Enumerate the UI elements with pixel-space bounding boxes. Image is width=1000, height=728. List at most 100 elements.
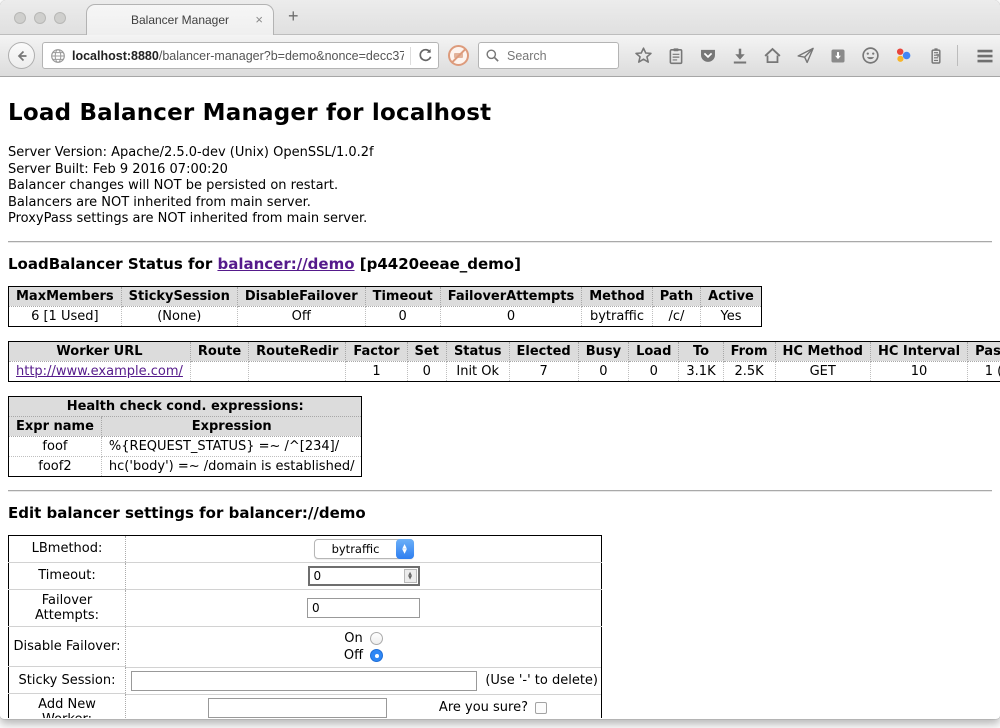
- header-cell: Path: [652, 286, 700, 306]
- confirm-checkbox[interactable]: [535, 702, 547, 714]
- search-input[interactable]: [505, 48, 595, 64]
- timeout-label: Timeout:: [9, 562, 126, 589]
- table-title-row: Health check cond. expressions:: [9, 396, 362, 416]
- data-cell: /c/: [652, 306, 700, 326]
- send-icon[interactable]: [796, 46, 815, 65]
- navigation-toolbar: localhost:8880/balancer-manager?b=demo&n…: [0, 35, 1000, 77]
- divider: [8, 490, 992, 492]
- timeout-input[interactable]: 0 ▲▼: [308, 566, 420, 586]
- header-cell: Expr name: [9, 416, 102, 436]
- battery-button-group[interactable]: ▾: [927, 47, 940, 65]
- worker-url-cell: http://www.example.com/: [9, 361, 191, 381]
- minimize-window-button[interactable]: [34, 12, 46, 24]
- worker-url-link[interactable]: http://www.example.com/: [16, 364, 183, 379]
- data-cell: 0: [440, 306, 582, 326]
- sticky-session-input[interactable]: [131, 671, 477, 691]
- header-cell: StickySession: [121, 286, 237, 306]
- status-heading: LoadBalancer Status for balancer://demo …: [8, 255, 992, 273]
- tab-close-icon[interactable]: ×: [255, 12, 263, 28]
- expression-cell: %{REQUEST_STATUS} =~ /^[234]/: [101, 436, 362, 456]
- select-stepper-icon: ▲▼: [396, 539, 414, 559]
- colored-dots-icon[interactable]: [894, 46, 913, 65]
- reload-icon[interactable]: [417, 47, 434, 64]
- url-bar[interactable]: localhost:8880/balancer-manager?b=demo&n…: [42, 42, 439, 69]
- globe-icon: [50, 48, 66, 64]
- pocket-icon[interactable]: [699, 47, 717, 65]
- url-text[interactable]: localhost:8880/balancer-manager?b=demo&n…: [72, 49, 404, 63]
- data-cell: 0: [365, 306, 440, 326]
- add-worker-label: Add New Worker:: [9, 694, 126, 719]
- data-cell: 6 [1 Used]: [9, 306, 122, 326]
- balancer-demo-link[interactable]: balancer://demo: [217, 255, 354, 273]
- new-tab-button[interactable]: +: [288, 6, 299, 27]
- data-cell: 0: [407, 361, 446, 381]
- bookmark-star-icon[interactable]: [634, 46, 653, 65]
- number-spinner-icon[interactable]: ▲▼: [404, 569, 417, 583]
- data-cell: 1: [346, 361, 407, 381]
- home-icon[interactable]: [763, 46, 782, 65]
- radio-off-row: Off: [130, 647, 597, 664]
- table-row: http://www.example.com/ 1 0 Init Ok 7 0 …: [9, 361, 1000, 381]
- data-cell: (None): [121, 306, 237, 326]
- header-cell: Route: [190, 341, 248, 361]
- form-row-sticky-session: Sticky Session: (Use '-' to delete): [9, 667, 602, 694]
- data-cell: [190, 361, 248, 381]
- tab-title: Balancer Manager: [131, 13, 229, 27]
- downloads-icon[interactable]: [731, 47, 749, 65]
- sticky-session-note: (Use '-' to delete): [485, 673, 599, 688]
- hello-smiley-icon[interactable]: [861, 46, 880, 65]
- failover-attempts-label: Failover Attempts:: [9, 589, 126, 626]
- header-cell: Elected: [509, 341, 578, 361]
- data-cell: Off: [237, 306, 365, 326]
- expr-name-cell: foof: [9, 436, 102, 456]
- plugin-blocked-icon[interactable]: [448, 45, 469, 66]
- failover-off-radio[interactable]: [370, 649, 383, 662]
- header-cell: Busy: [578, 341, 628, 361]
- close-window-button[interactable]: [14, 12, 26, 24]
- sticky-session-label: Sticky Session:: [9, 667, 126, 694]
- table-row: foof2 hc('body') =~ /domain is establish…: [9, 456, 362, 476]
- back-icon: [14, 48, 30, 64]
- clipboard-icon[interactable]: [667, 47, 685, 65]
- form-row-add-worker: Add New Worker: Are you sure?: [9, 694, 602, 719]
- form-row-failover-attempts: Failover Attempts:: [9, 589, 602, 626]
- header-cell: Worker URL: [9, 341, 191, 361]
- tab-balancer-manager[interactable]: Balancer Manager ×: [86, 4, 274, 35]
- search-bar[interactable]: [478, 42, 619, 69]
- header-cell: DisableFailover: [237, 286, 365, 306]
- add-worker-input[interactable]: [208, 698, 387, 718]
- traffic-lights: [14, 12, 66, 24]
- failover-on-radio[interactable]: [370, 632, 383, 645]
- header-cell: Status: [446, 341, 509, 361]
- data-cell: Yes: [701, 306, 762, 326]
- lbmethod-label: LBmethod:: [9, 535, 126, 562]
- data-cell: 3.1K: [679, 361, 723, 381]
- balancer-settings-form: LBmethod: bytraffic ▲▼ Timeout: 0 ▲▼: [8, 535, 602, 719]
- expression-cell: hc('body') =~ /domain is established/: [101, 456, 362, 476]
- panel-download-icon[interactable]: [829, 47, 847, 65]
- notice-proxypass: ProxyPass settings are NOT inherited fro…: [8, 211, 992, 228]
- table-header-row: Worker URL Route RouteRedir Factor Set S…: [9, 341, 1000, 361]
- lbmethod-select[interactable]: bytraffic ▲▼: [314, 539, 414, 559]
- header-cell: FailoverAttempts: [440, 286, 582, 306]
- url-path: /balancer-manager?b=demo&nonce=decc37be-…: [159, 49, 404, 63]
- notice-inherit: Balancers are NOT inherited from main se…: [8, 195, 992, 212]
- back-button[interactable]: [8, 42, 35, 69]
- failover-attempts-input[interactable]: [307, 598, 420, 618]
- menu-icon[interactable]: [975, 46, 995, 66]
- search-icon: [485, 48, 500, 63]
- header-cell: Expression: [101, 416, 362, 436]
- table-row: 6 [1 Used] (None) Off 0 0 bytraffic /c/ …: [9, 306, 762, 326]
- data-cell: GET: [775, 361, 870, 381]
- data-cell: 7: [509, 361, 578, 381]
- zoom-window-button[interactable]: [54, 12, 66, 24]
- data-cell: Init Ok: [446, 361, 509, 381]
- radio-on-row: On: [130, 630, 597, 647]
- server-version: Server Version: Apache/2.5.0-dev (Unix) …: [8, 145, 992, 162]
- balancer-status-table: MaxMembers StickySession DisableFailover…: [8, 286, 762, 327]
- header-cell: RouteRedir: [249, 341, 346, 361]
- disable-failover-label: Disable Failover:: [9, 626, 126, 667]
- header-cell: From: [723, 341, 775, 361]
- toolbar-icons: ▾: [634, 45, 1000, 66]
- divider: [8, 241, 992, 243]
